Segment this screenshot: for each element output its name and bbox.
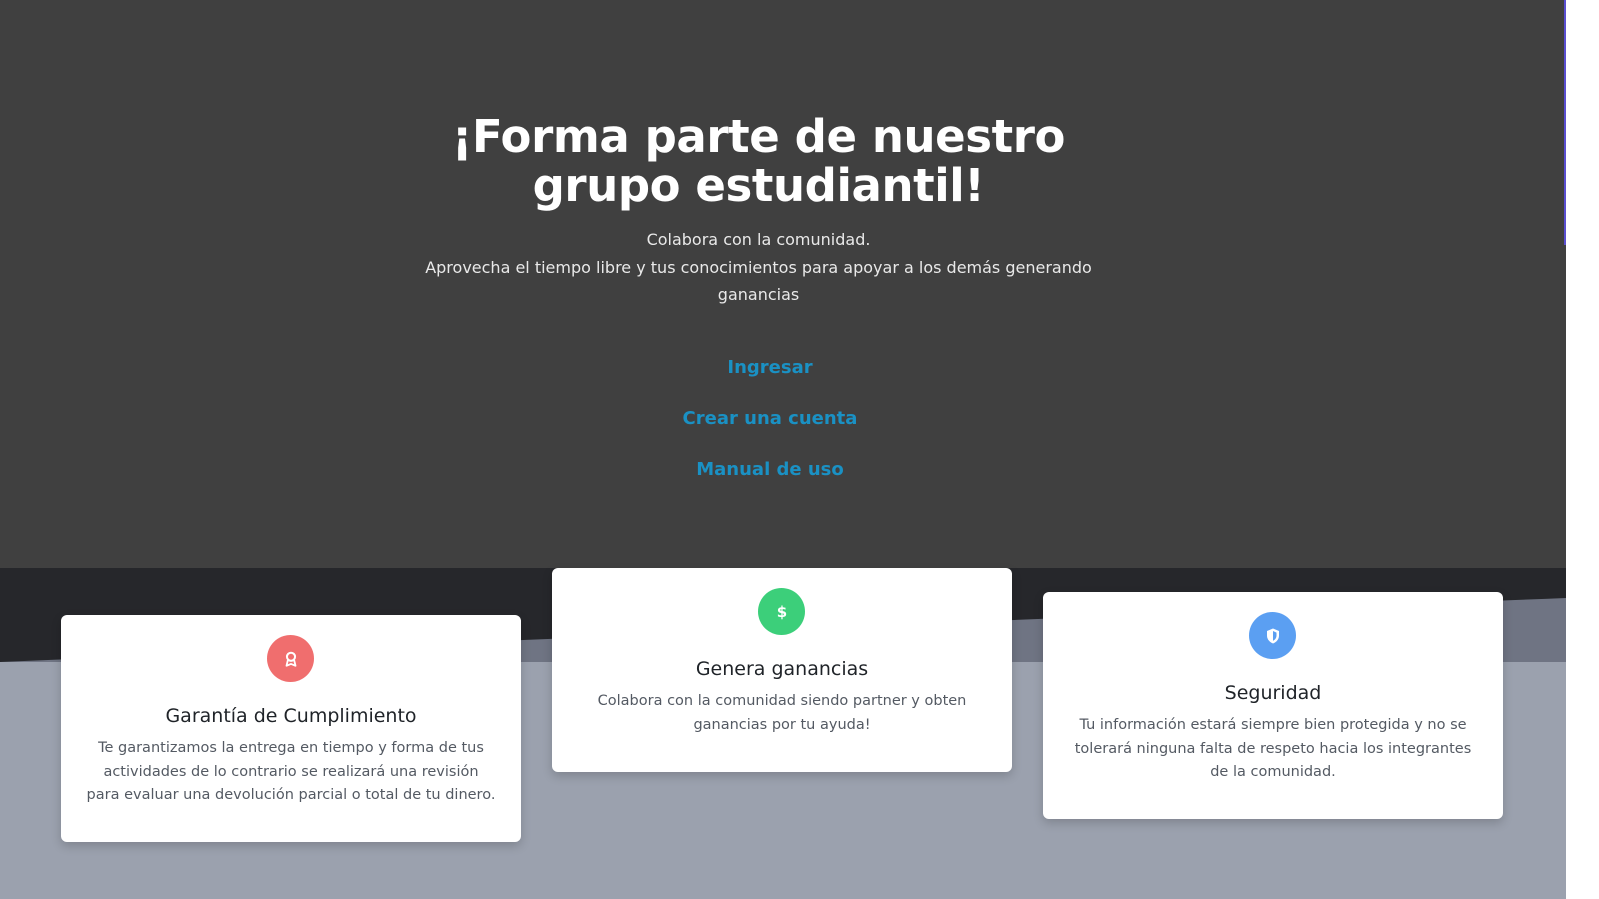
scrollbar-track[interactable]	[1566, 0, 1599, 899]
hero-subtitle: Colabora con la comunidad. Aprovecha el …	[420, 226, 1097, 309]
feature-title: Garantía de Cumplimiento	[165, 705, 417, 727]
hero-section: ¡Forma parte de nuestro grupo estudianti…	[0, 0, 1566, 568]
feature-card-guarantee: Garantía de Cumplimiento Te garantizamos…	[61, 615, 521, 842]
feature-card-security: Seguridad Tu información estará siempre …	[1043, 592, 1503, 819]
svg-text:$: $	[776, 603, 786, 621]
register-link[interactable]: Crear una cuenta	[620, 406, 920, 432]
hero-title: ¡Forma parte de nuestro grupo estudianti…	[451, 110, 1066, 212]
dollar-icon: $	[758, 588, 805, 635]
hero-subtitle-line2: Aprovecha el tiempo libre y tus conocimi…	[425, 257, 1092, 305]
feature-description: Colabora con la comunidad siendo partner…	[597, 693, 967, 733]
feature-title: Genera ganancias	[695, 658, 869, 680]
shield-icon	[1249, 612, 1296, 659]
feature-description: Tu información estará siempre bien prote…	[1074, 717, 1472, 780]
login-link[interactable]: Ingresar	[620, 355, 920, 381]
feature-title: Seguridad	[1224, 682, 1322, 704]
award-icon	[267, 635, 314, 682]
feature-card-earnings: $ Genera ganancias Colabora con la comun…	[552, 568, 1012, 772]
feature-description: Te garantizamos la entrega en tiempo y f…	[86, 740, 496, 803]
hero-subtitle-line1: Colabora con la comunidad.	[646, 230, 871, 249]
user-manual-link[interactable]: Manual de uso	[620, 457, 920, 483]
